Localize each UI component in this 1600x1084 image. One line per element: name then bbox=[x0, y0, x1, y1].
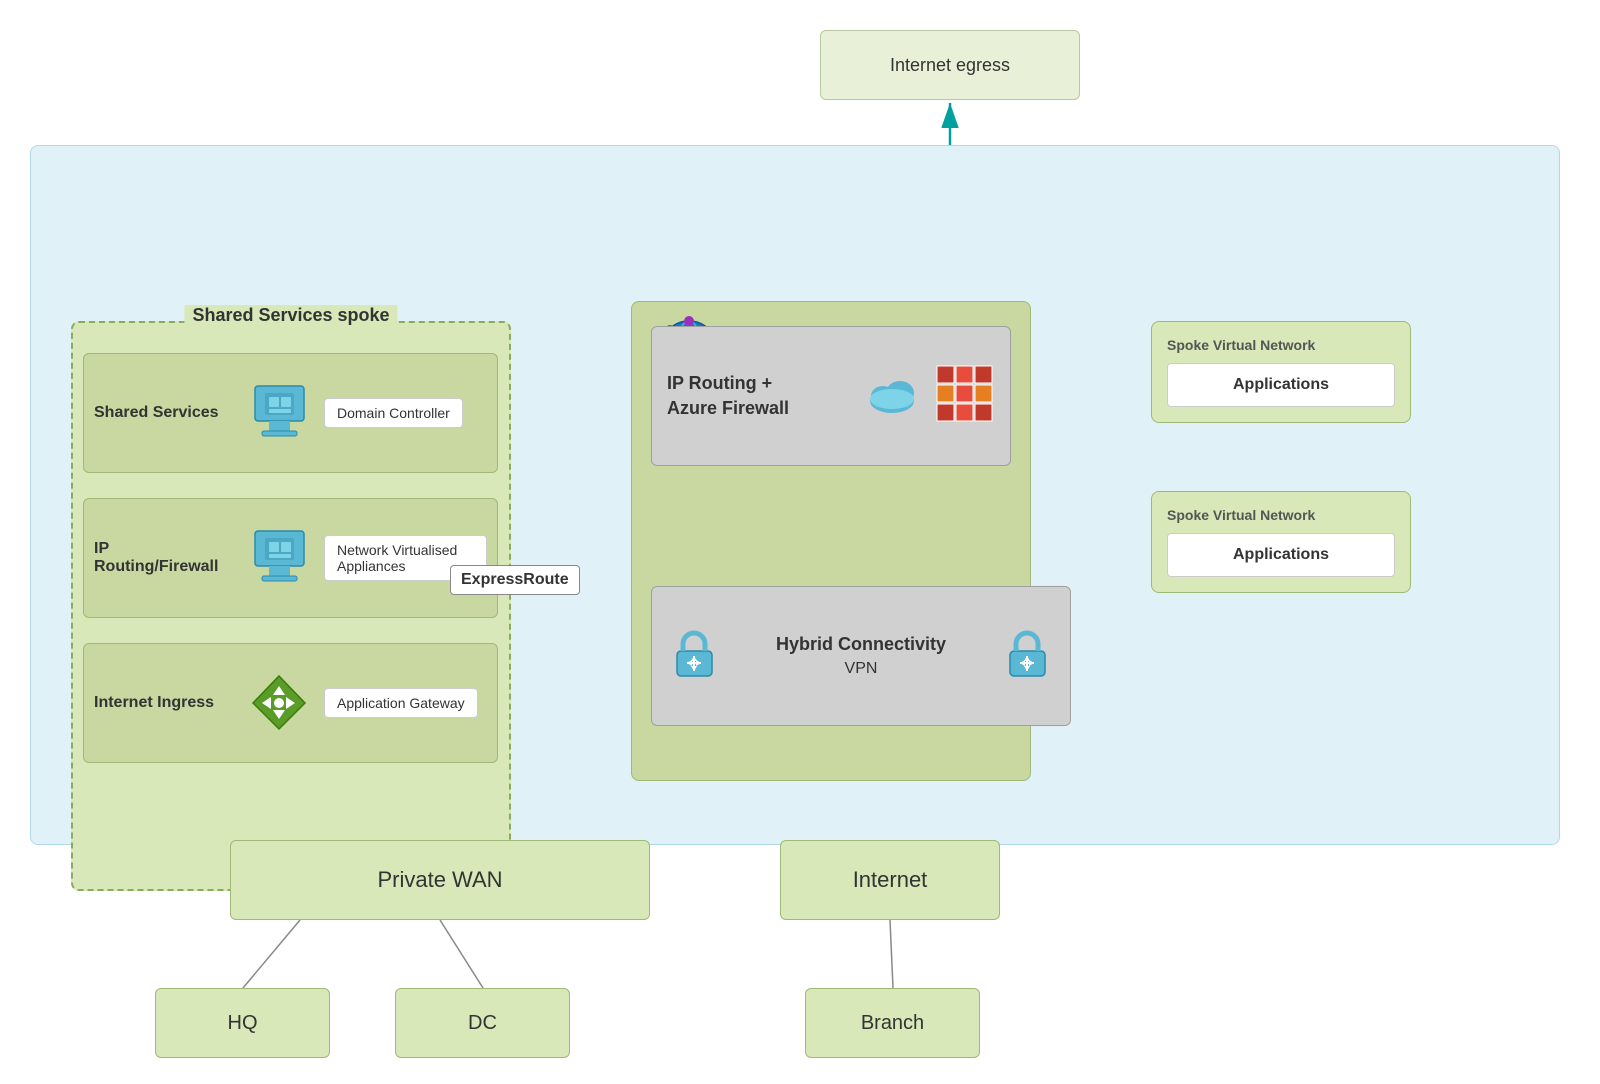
hybrid-connectivity-label: Hybrid Connectivity bbox=[776, 634, 946, 655]
internet-egress-label: Internet egress bbox=[890, 55, 1010, 76]
branch-box: Branch bbox=[805, 988, 980, 1058]
domain-controller-label: Domain Controller bbox=[337, 405, 450, 421]
dc-box: DC bbox=[395, 988, 570, 1058]
branch-label: Branch bbox=[861, 1012, 924, 1035]
domain-controller-box: Domain Controller bbox=[324, 398, 463, 428]
dc-label: DC bbox=[468, 1012, 497, 1035]
shared-services-spoke-title: Shared Services spoke bbox=[184, 305, 397, 326]
ip-routing-firewall-row: IP Routing/Firewall Network Virtualised … bbox=[83, 498, 498, 618]
private-wan-box: Private WAN bbox=[230, 840, 650, 920]
lock-icon-right bbox=[1000, 626, 1055, 686]
spoke-vnet-2-apps: Applications bbox=[1233, 546, 1329, 563]
application-gateway-label: Application Gateway bbox=[337, 695, 465, 711]
monitor-icon-2 bbox=[244, 523, 314, 593]
cloud-icon bbox=[865, 371, 920, 421]
diagram-container: Internet egress Shared Services spoke Sh… bbox=[0, 0, 1600, 1084]
internet-label: Internet bbox=[853, 867, 928, 893]
shared-services-row: Shared Services Domain Con bbox=[83, 353, 498, 473]
internet-ingress-label: Internet Ingress bbox=[94, 694, 234, 712]
hq-box: HQ bbox=[155, 988, 330, 1058]
monitor-icon-1 bbox=[244, 378, 314, 448]
spoke-vnet-1-inner: Applications bbox=[1167, 363, 1395, 407]
expressroute-text: ExpressRoute bbox=[461, 571, 569, 588]
spoke-vnet-2: Spoke Virtual Network Applications bbox=[1151, 491, 1411, 593]
hybrid-connectivity-box: Hybrid Connectivity VPN bbox=[651, 586, 1071, 726]
internet-box: Internet bbox=[780, 840, 1000, 920]
lock-icon-left bbox=[667, 626, 722, 686]
spoke-vnet-2-inner: Applications bbox=[1167, 533, 1395, 577]
private-wan-label: Private WAN bbox=[377, 867, 502, 893]
ip-routing-azure-label: IP Routing + Azure Firewall bbox=[667, 371, 850, 421]
ip-routing-firewall-label: IP Routing/Firewall bbox=[94, 540, 234, 576]
firewall-icon bbox=[935, 364, 995, 429]
application-gateway-box: Application Gateway bbox=[324, 688, 478, 718]
shared-services-spoke: Shared Services spoke Shared Services bbox=[71, 321, 511, 891]
spoke-vnet-2-title: Spoke Virtual Network bbox=[1167, 507, 1395, 523]
internet-ingress-row: Internet Ingress Application Gateway bbox=[83, 643, 498, 763]
spoke-vnet-1-apps: Applications bbox=[1233, 376, 1329, 393]
shared-services-label: Shared Services bbox=[94, 404, 234, 422]
network-virtualised-label: Network Virtualised Appliances bbox=[337, 542, 457, 574]
diamond-routing-icon bbox=[244, 668, 314, 738]
main-azure-container: Shared Services spoke Shared Services bbox=[30, 145, 1560, 845]
hq-label: HQ bbox=[228, 1012, 258, 1035]
expressroute-label: ExpressRoute bbox=[450, 565, 580, 595]
vpn-label: VPN bbox=[845, 660, 878, 678]
internet-egress-box: Internet egress bbox=[820, 30, 1080, 100]
spoke-vnet-1: Spoke Virtual Network Applications bbox=[1151, 321, 1411, 423]
ip-routing-azure-box: IP Routing + Azure Firewall bbox=[651, 326, 1011, 466]
hybrid-conn-text-area: Hybrid Connectivity VPN bbox=[732, 634, 990, 678]
spoke-vnet-1-title: Spoke Virtual Network bbox=[1167, 337, 1395, 353]
